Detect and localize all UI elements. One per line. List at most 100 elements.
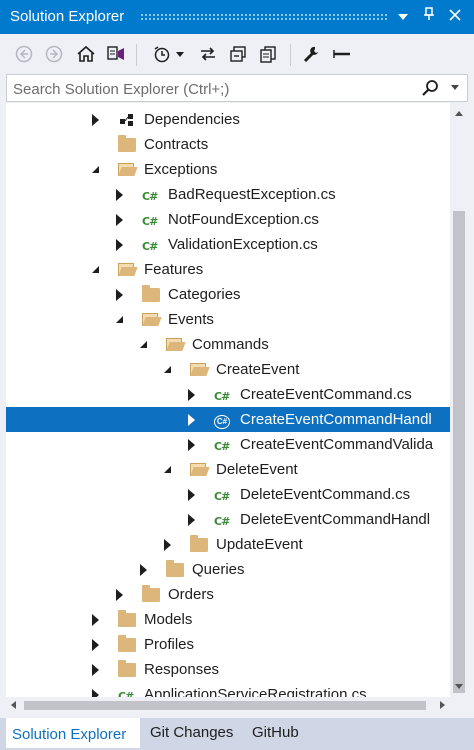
collapsed-arrow-icon[interactable] <box>116 589 123 601</box>
back-arrow-icon <box>15 45 33 63</box>
chevron-down-icon <box>398 14 408 20</box>
collapsed-arrow-icon[interactable] <box>188 439 195 451</box>
search-box[interactable] <box>6 74 468 102</box>
switch-views-button[interactable] <box>104 42 128 66</box>
dependencies-icon <box>118 111 136 127</box>
scroll-right-arrow[interactable] <box>440 701 445 709</box>
search-options-dropdown[interactable] <box>451 85 459 90</box>
collapsed-arrow-icon[interactable] <box>116 289 123 301</box>
tree-item[interactable]: CreateEvent <box>6 357 450 382</box>
pin-button[interactable] <box>418 6 440 28</box>
close-button[interactable] <box>444 6 466 28</box>
tree-item[interactable]: UpdateEvent <box>6 532 450 557</box>
collapsed-arrow-icon[interactable] <box>92 614 99 626</box>
tree-item[interactable]: C# CreateEventCommandValida <box>6 432 450 457</box>
csharp-file-icon: C# <box>214 390 230 403</box>
collapsed-arrow-icon[interactable] <box>92 689 99 697</box>
csharp-file-icon: C# <box>214 490 230 503</box>
tree-item-label: Features <box>144 261 204 278</box>
show-all-files-button[interactable] <box>256 42 280 66</box>
search-button[interactable] <box>421 79 439 101</box>
toolbar-separator <box>290 44 291 66</box>
tree-item[interactable]: Orders <box>6 582 450 607</box>
home-icon <box>77 45 95 62</box>
pending-changes-filter-button[interactable] <box>150 42 174 66</box>
collapsed-arrow-icon[interactable] <box>116 214 123 226</box>
scroll-down-arrow[interactable] <box>455 684 463 689</box>
folder-open-icon <box>166 336 184 352</box>
tree-item-label: Models <box>144 611 193 628</box>
tree-item-label: CreateEventCommand.cs <box>240 386 412 403</box>
expanded-arrow-icon[interactable] <box>116 316 123 323</box>
tree-item[interactable]: Features <box>6 257 450 282</box>
preview-selected-items-button[interactable] <box>330 42 354 66</box>
scroll-left-arrow[interactable] <box>11 701 16 709</box>
tree-item[interactable]: Dependencies <box>6 107 450 132</box>
tree-item-label: Exceptions <box>144 161 218 178</box>
sync-with-active-document-button[interactable] <box>196 42 220 66</box>
tree-item[interactable]: DeleteEvent <box>6 457 450 482</box>
forward-button[interactable] <box>42 42 66 66</box>
pin-icon <box>424 7 434 20</box>
scroll-up-arrow[interactable] <box>455 111 463 116</box>
properties-button[interactable] <box>300 42 324 66</box>
tree-item-label: ValidationException.cs <box>168 236 318 253</box>
tool-window-tabs: Solution Explorer Git Changes GitHub <box>0 718 474 748</box>
horizontal-scroll-thumb[interactable] <box>24 701 426 710</box>
tree-item[interactable]: Exceptions <box>6 157 450 182</box>
collapsed-arrow-icon[interactable] <box>116 239 123 251</box>
expanded-arrow-icon[interactable] <box>92 266 99 273</box>
tree-item[interactable]: Events <box>6 307 450 332</box>
collapsed-arrow-icon[interactable] <box>188 389 195 401</box>
tree-item[interactable]: C# NotFoundException.cs <box>6 207 450 232</box>
tree-item[interactable]: Queries <box>6 557 450 582</box>
home-button[interactable] <box>74 42 98 66</box>
tree-item[interactable]: C# CreateEventCommand.cs <box>6 382 450 407</box>
collapse-all-button[interactable] <box>226 42 250 66</box>
tree-item[interactable]: C# DeleteEventCommand.cs <box>6 482 450 507</box>
sync-arrows-icon <box>201 47 215 61</box>
collapsed-arrow-icon[interactable] <box>92 114 99 126</box>
collapsed-arrow-icon[interactable] <box>92 664 99 676</box>
tree-item[interactable]: Categories <box>6 282 450 307</box>
expanded-arrow-icon[interactable] <box>92 166 99 173</box>
horizontal-scrollbar[interactable] <box>6 697 450 713</box>
collapsed-arrow-icon[interactable] <box>140 564 147 576</box>
back-button[interactable] <box>12 42 36 66</box>
expanded-arrow-icon[interactable] <box>164 466 171 473</box>
collapsed-arrow-icon[interactable] <box>116 189 123 201</box>
collapsed-arrow-icon[interactable] <box>92 639 99 651</box>
tree-item[interactable]: Responses <box>6 657 450 682</box>
tree-item[interactable]: Commands <box>6 332 450 357</box>
expanded-arrow-icon[interactable] <box>164 366 171 373</box>
search-input[interactable] <box>11 77 415 101</box>
tree-item[interactable]: C# DeleteEventCommandHandl <box>6 507 450 532</box>
tree-item[interactable]: C# ApplicationServiceRegistration.cs <box>6 682 450 697</box>
tab-solution-explorer[interactable]: Solution Explorer <box>6 718 140 748</box>
collapsed-arrow-icon[interactable] <box>188 414 195 426</box>
expanded-arrow-icon[interactable] <box>140 341 147 348</box>
title-bar[interactable]: Solution Explorer <box>0 0 474 34</box>
tree-item[interactable]: C# CreateEventCommandHandl <box>6 407 450 432</box>
collapsed-arrow-icon[interactable] <box>188 514 195 526</box>
solution-tree[interactable]: Dependencies Contracts Exceptions C# BadRequ… <box>6 103 450 697</box>
tree-item[interactable]: Contracts <box>6 132 450 157</box>
tree-item[interactable]: C# BadRequestException.cs <box>6 182 450 207</box>
csharp-file-icon: C# <box>142 240 158 253</box>
tree-item[interactable]: Models <box>6 607 450 632</box>
folder-icon <box>142 585 160 602</box>
tree-item[interactable]: C# ValidationException.cs <box>6 232 450 257</box>
csharp-file-icon: C# <box>214 440 230 453</box>
tree-item[interactable]: Profiles <box>6 632 450 657</box>
tab-github[interactable]: GitHub <box>246 718 316 748</box>
folder-open-icon <box>118 161 136 177</box>
visual-studio-views-icon <box>107 46 124 60</box>
window-menu-dropdown[interactable] <box>392 6 414 28</box>
folder-icon <box>142 285 160 302</box>
collapsed-arrow-icon[interactable] <box>188 489 195 501</box>
vertical-scroll-thumb[interactable] <box>453 211 465 693</box>
vertical-scrollbar[interactable] <box>450 103 468 697</box>
collapsed-arrow-icon[interactable] <box>164 539 171 551</box>
pending-changes-dropdown[interactable] <box>174 42 186 66</box>
tab-git-changes[interactable]: Git Changes <box>144 718 244 748</box>
